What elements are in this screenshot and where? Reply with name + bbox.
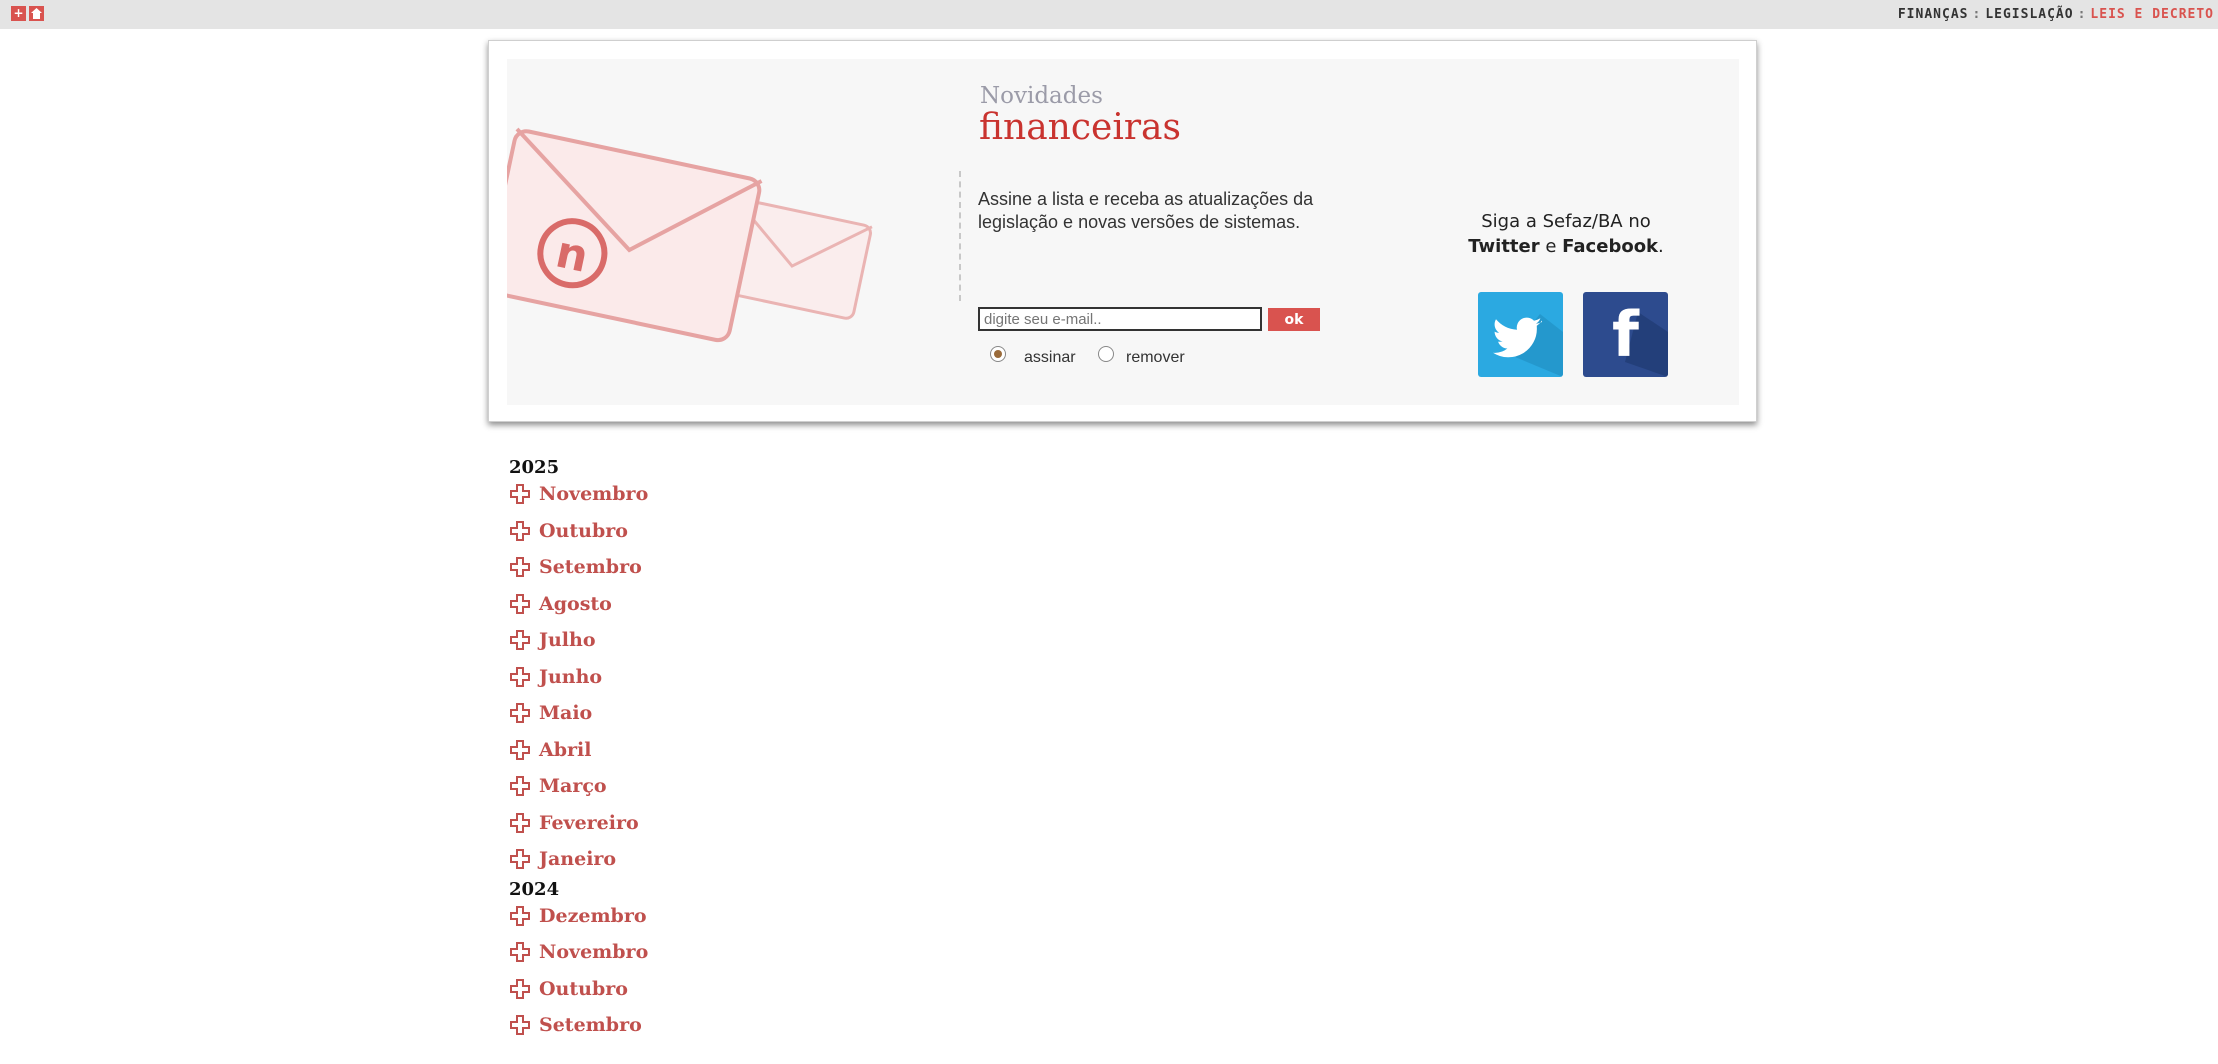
unsubscribe-label[interactable]: remover xyxy=(1126,349,1185,367)
month-label[interactable]: Julho xyxy=(539,627,596,653)
month-link[interactable]: Julho xyxy=(509,627,648,664)
twitter-icon[interactable] xyxy=(1478,292,1563,377)
month-label[interactable]: Setembro xyxy=(539,1012,642,1038)
home-icon[interactable] xyxy=(29,6,44,21)
breadcrumb-financas[interactable]: FINANÇAS xyxy=(1898,7,1969,22)
breadcrumb-separator: : xyxy=(1972,7,1982,22)
month-label[interactable]: Fevereiro xyxy=(539,810,639,836)
month-link[interactable]: Setembro xyxy=(509,1012,648,1049)
top-bar: + FINANÇAS: LEGISLAÇÃO: LEIS E DECRETO xyxy=(0,0,2218,29)
month-link[interactable]: Maio xyxy=(509,700,648,737)
month-label[interactable]: Novembro xyxy=(539,939,648,965)
expand-plus-icon[interactable] xyxy=(509,483,531,505)
expand-plus-icon[interactable] xyxy=(509,629,531,651)
month-link[interactable]: Dezembro xyxy=(509,903,648,940)
breadcrumb-separator: : xyxy=(2077,7,2087,22)
month-link[interactable]: Novembro xyxy=(509,939,648,976)
newsletter-title: financeiras xyxy=(979,107,1181,148)
expand-plus-icon[interactable] xyxy=(509,666,531,688)
newsletter-title-small: Novidades xyxy=(980,83,1103,109)
expand-plus-icon[interactable] xyxy=(509,775,531,797)
follow-networks: Twitter e Facebook. xyxy=(1421,234,1711,259)
expand-plus-icon[interactable] xyxy=(509,702,531,724)
month-label[interactable]: Janeiro xyxy=(539,846,616,872)
month-label[interactable]: Novembro xyxy=(539,481,648,507)
expand-plus-icon[interactable] xyxy=(509,848,531,870)
month-label[interactable]: Março xyxy=(539,773,607,799)
month-link[interactable]: Outubro xyxy=(509,976,648,1013)
breadcrumb: FINANÇAS: LEGISLAÇÃO: LEIS E DECRETO xyxy=(1898,7,2214,22)
newsletter-panel: n Novidades financeiras Assine a lista e… xyxy=(488,40,1757,422)
ok-button[interactable]: ok xyxy=(1268,308,1320,331)
month-link[interactable]: Outubro xyxy=(509,518,648,555)
month-link[interactable]: Agosto xyxy=(509,591,648,628)
month-link[interactable]: Junho xyxy=(509,664,648,701)
envelope-illustration: n xyxy=(507,127,873,343)
follow-text: Siga a Sefaz/BA no Twitter e Facebook. xyxy=(1421,209,1711,259)
month-label[interactable]: Outubro xyxy=(539,518,628,544)
expand-plus-icon[interactable] xyxy=(509,905,531,927)
archive-list: 2025 Novembro Outubro Setembro Agosto Julho Ju… xyxy=(509,455,648,1049)
month-label[interactable]: Maio xyxy=(539,700,592,726)
facebook-icon[interactable]: f xyxy=(1583,292,1668,377)
twitter-text: Twitter xyxy=(1468,236,1540,257)
expand-plus-icon[interactable] xyxy=(509,941,531,963)
month-label[interactable]: Junho xyxy=(539,664,602,690)
unsubscribe-radio[interactable] xyxy=(1098,346,1114,362)
month-link[interactable]: Março xyxy=(509,773,648,810)
month-link[interactable]: Fevereiro xyxy=(509,810,648,847)
period-text: . xyxy=(1658,236,1664,257)
month-label[interactable]: Dezembro xyxy=(539,903,647,929)
facebook-glyph: f xyxy=(1612,298,1639,371)
expand-plus-icon[interactable] xyxy=(509,593,531,615)
month-label[interactable]: Outubro xyxy=(539,976,628,1002)
expand-plus-icon[interactable] xyxy=(509,812,531,834)
expand-plus-icon[interactable] xyxy=(509,1014,531,1036)
newsletter-description: Assine a lista e receba as atualizações … xyxy=(978,189,1314,232)
subscribe-label[interactable]: assinar xyxy=(1024,349,1076,367)
subscribe-radio[interactable] xyxy=(990,346,1006,362)
expand-icon[interactable]: + xyxy=(11,6,26,21)
month-link[interactable]: Setembro xyxy=(509,554,648,591)
email-field[interactable] xyxy=(978,307,1262,331)
divider xyxy=(959,171,961,301)
and-text: e xyxy=(1545,236,1557,257)
facebook-text: Facebook xyxy=(1562,236,1659,257)
year-heading: 2025 xyxy=(509,457,560,478)
year-heading: 2024 xyxy=(509,878,560,900)
breadcrumb-legislacao[interactable]: LEGISLAÇÃO xyxy=(1985,7,2073,22)
expand-plus-icon[interactable] xyxy=(509,556,531,578)
breadcrumb-leis-e-decreto: LEIS E DECRETO xyxy=(2090,7,2214,22)
month-link[interactable]: Novembro xyxy=(509,481,648,518)
month-link[interactable]: Abril xyxy=(509,737,648,774)
month-label[interactable]: Agosto xyxy=(539,591,612,617)
expand-plus-icon[interactable] xyxy=(509,739,531,761)
expand-plus-icon[interactable] xyxy=(509,978,531,1000)
follow-line: Siga a Sefaz/BA no xyxy=(1481,211,1651,232)
month-label[interactable]: Abril xyxy=(539,737,591,763)
expand-plus-icon[interactable] xyxy=(509,520,531,542)
month-label[interactable]: Setembro xyxy=(539,554,642,580)
